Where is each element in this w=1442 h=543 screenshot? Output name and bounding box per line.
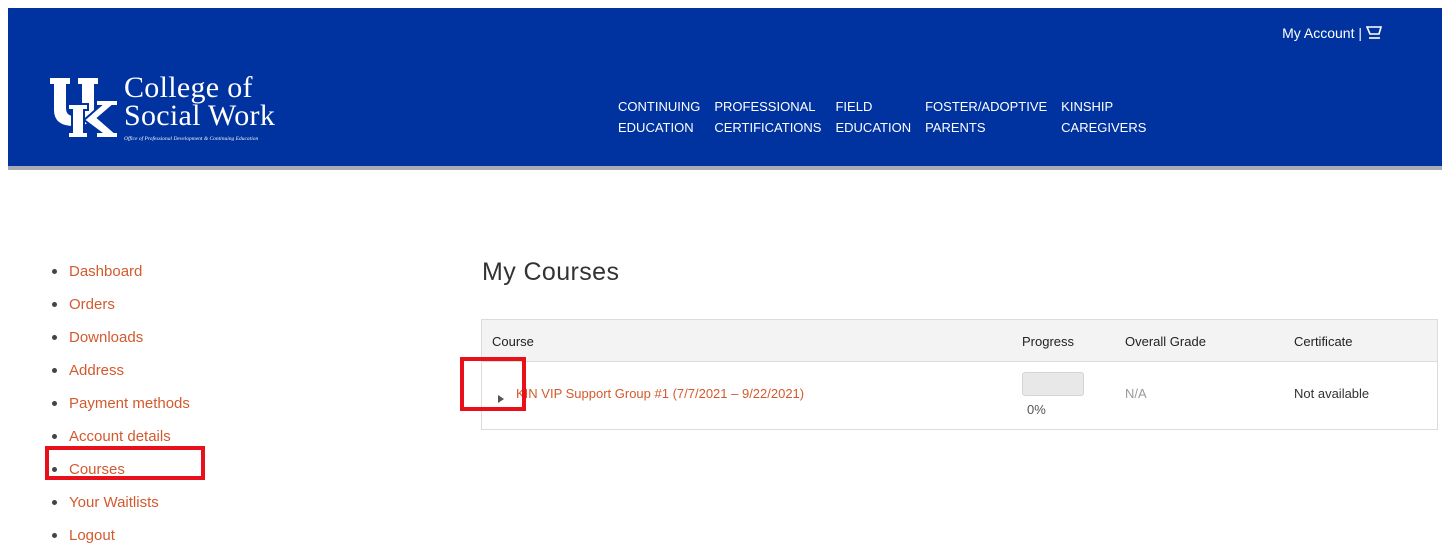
nav-kinship-caregivers[interactable]: KINSHIP CAREGIVERS (1061, 96, 1146, 138)
sidebar-item-label[interactable]: Logout (69, 527, 115, 543)
expand-highlight-box (460, 357, 526, 411)
main-nav: CONTINUING EDUCATION PROFESSIONAL CERTIF… (618, 96, 1160, 138)
my-account-label[interactable]: My Account | (1282, 25, 1362, 41)
column-header-certificate: Certificate (1294, 334, 1353, 349)
bullet-icon (52, 500, 57, 505)
site-header: My Account | College of Social Work Offi… (8, 8, 1442, 170)
bullet-icon (52, 533, 57, 538)
logo-line-2: Social Work (124, 99, 276, 132)
sidebar-item-waitlists[interactable]: Your Waitlists (52, 486, 190, 519)
logo-line-1: College of (124, 71, 253, 104)
bullet-icon (52, 401, 57, 406)
sidebar-item-label[interactable]: Your Waitlists (69, 494, 159, 511)
sidebar-item-logout[interactable]: Logout (52, 519, 190, 543)
logo-text: College of Social Work Office of Profess… (124, 71, 276, 143)
sidebar-item-dashboard[interactable]: Dashboard (52, 255, 190, 288)
sidebar-item-label[interactable]: Orders (69, 296, 115, 313)
courses-highlight-box (45, 446, 205, 480)
sidebar-item-address[interactable]: Address (52, 354, 190, 387)
certificate-status: Not available (1294, 386, 1370, 401)
sidebar-item-label[interactable]: Payment methods (69, 395, 190, 412)
bullet-icon (52, 302, 57, 307)
overall-grade: N/A (1125, 386, 1147, 401)
table-header: Course Progress Overall Grade Certificat… (482, 320, 1437, 362)
column-header-grade: Overall Grade (1125, 334, 1206, 349)
bullet-icon (52, 368, 57, 373)
account-sidebar: Dashboard Orders Downloads Address Payme… (52, 255, 190, 543)
nav-professional-certifications[interactable]: PROFESSIONAL CERTIFICATIONS (714, 96, 821, 138)
nav-continuing-education[interactable]: CONTINUING EDUCATION (618, 96, 700, 138)
sidebar-item-payment-methods[interactable]: Payment methods (52, 387, 190, 420)
nav-field-education[interactable]: FIELD EDUCATION (835, 96, 911, 138)
sidebar-item-label[interactable]: Downloads (69, 329, 143, 346)
progress-percent: 0% (1027, 402, 1046, 417)
uk-logo-icon (50, 78, 119, 138)
progress-bar (1022, 372, 1084, 396)
sidebar-item-label[interactable]: Dashboard (69, 263, 142, 280)
course-link[interactable]: KIN VIP Support Group #1 (7/7/2021 – 9/2… (516, 386, 804, 401)
table-row: KIN VIP Support Group #1 (7/7/2021 – 9/2… (482, 362, 1437, 430)
bullet-icon (52, 269, 57, 274)
sidebar-item-label[interactable]: Address (69, 362, 124, 379)
bullet-icon (52, 434, 57, 439)
column-header-progress: Progress (1022, 334, 1075, 349)
bullet-icon (52, 335, 57, 340)
logo-tagline: Office of Professional Development & Con… (124, 136, 259, 142)
college-logo[interactable]: College of Social Work Office of Profess… (48, 71, 276, 143)
nav-foster-adoptive-parents[interactable]: FOSTER/ADOPTIVE PARENTS (925, 96, 1047, 138)
sidebar-item-orders[interactable]: Orders (52, 288, 190, 321)
page-title: My Courses (482, 258, 620, 286)
my-account-link[interactable]: My Account | (1282, 25, 1384, 41)
cart-icon[interactable] (1366, 25, 1384, 41)
sidebar-item-label[interactable]: Account details (69, 428, 171, 445)
sidebar-item-downloads[interactable]: Downloads (52, 321, 190, 354)
courses-table: Course Progress Overall Grade Certificat… (481, 319, 1438, 430)
column-header-course: Course (492, 334, 534, 349)
